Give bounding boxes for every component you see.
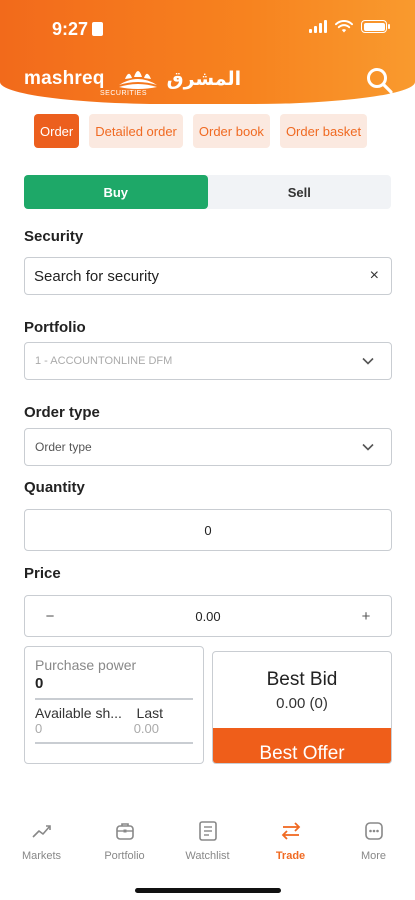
chart-icon [31, 825, 51, 838]
tab-detailed-order[interactable]: Detailed order [89, 114, 183, 148]
app-header: 9:27 mashreq المشرق SECURITIES [0, 0, 415, 104]
divider [35, 698, 193, 700]
portfolio-label: Portfolio [24, 319, 86, 336]
clear-icon[interactable]: × [370, 267, 379, 285]
transfer-icon [281, 822, 300, 840]
best-bid-offer-card: Best Bid 0.00 (0) Best Offer [212, 651, 392, 764]
portfolio-value: 1 - ACCOUNTONLINE DFM [35, 355, 173, 367]
order-type-select[interactable]: Order type [24, 428, 392, 466]
quantity-field[interactable]: 0 [24, 509, 392, 551]
home-indicator[interactable] [135, 888, 281, 893]
available-last-labels: Available sh... Last [35, 705, 193, 721]
buy-sell-toggle: Buy Sell [24, 175, 391, 209]
divider [35, 742, 193, 744]
nav-item-portfolio[interactable]: Portfolio [83, 820, 166, 862]
best-offer-title: Best Offer [259, 743, 345, 764]
watchlist-icon [198, 821, 217, 841]
wifi-icon [335, 20, 353, 33]
purchase-power-value: 0 [35, 675, 44, 692]
best-bid-section: Best Bid 0.00 (0) [213, 652, 391, 728]
tab-order[interactable]: Order [34, 114, 80, 148]
chevron-down-icon [362, 443, 374, 451]
price-label: Price [24, 565, 61, 582]
nav-label-portfolio: Portfolio [104, 850, 145, 862]
price-increase-button[interactable]: + [341, 608, 391, 625]
price-input[interactable]: 0.00 [75, 609, 341, 624]
security-search-input[interactable]: Search for security [25, 268, 370, 285]
status-time: 9:27 [52, 19, 104, 40]
order-type-label: Order type [24, 404, 100, 421]
more-icon [364, 822, 383, 840]
last-value: 0.00 [133, 721, 159, 736]
nav-item-more[interactable]: More [332, 820, 415, 862]
price-stepper: − 0.00 + [24, 595, 392, 637]
bottom-navigation: Markets Portfolio Watchlist Trade More [0, 764, 415, 900]
tab-order-book[interactable]: Order book [192, 114, 270, 148]
tab-order-basket[interactable]: Order basket [279, 114, 368, 148]
quantity-input[interactable]: 0 [25, 523, 391, 538]
signal-icon [309, 20, 327, 33]
order-tabs: Order Detailed order Order book Order ba… [34, 114, 368, 148]
best-offer-section: Best Offer [213, 728, 391, 764]
quantity-label: Quantity [24, 479, 85, 496]
search-icon [367, 68, 393, 94]
available-shares-value: 0 [35, 721, 43, 736]
nav-item-markets[interactable]: Markets [0, 820, 83, 862]
nav-label-markets: Markets [21, 850, 62, 862]
brand-subtitle: SECURITIES [100, 90, 148, 97]
last-label: Last [136, 705, 163, 721]
sell-button[interactable]: Sell [208, 175, 392, 209]
purchase-power-card: Purchase power 0 Available sh... Last 0 … [24, 646, 204, 764]
best-bid-title: Best Bid [266, 668, 338, 690]
id-badge-icon [92, 22, 104, 36]
order-type-value: Order type [35, 440, 92, 454]
nav-label-more: More [360, 850, 387, 862]
brand-arabic: المشرق [166, 68, 242, 90]
nav-label-trade: Trade [275, 850, 306, 862]
brand-name: mashreq [24, 68, 105, 89]
best-bid-value: 0.00 (0) [276, 694, 328, 712]
nav-label-watchlist: Watchlist [185, 850, 230, 862]
status-time-text: 9:27 [52, 19, 89, 39]
price-decrease-button[interactable]: − [25, 608, 75, 625]
chevron-down-icon [362, 357, 374, 365]
search-button[interactable] [365, 66, 395, 96]
battery-icon [361, 20, 390, 33]
security-search-field[interactable]: Search for security × [24, 257, 392, 295]
nav-items: Markets Portfolio Watchlist Trade More [0, 820, 415, 862]
nav-item-watchlist[interactable]: Watchlist [166, 820, 249, 862]
available-last-values: 0 0.00 [35, 721, 193, 736]
status-icons [309, 20, 390, 33]
portfolio-select[interactable]: 1 - ACCOUNTONLINE DFM [24, 342, 392, 380]
nav-item-trade[interactable]: Trade [249, 820, 332, 862]
purchase-power-label: Purchase power [35, 657, 137, 673]
buy-button[interactable]: Buy [24, 175, 208, 209]
briefcase-icon [115, 823, 134, 840]
security-label: Security [24, 228, 84, 245]
available-shares-label: Available sh... [35, 705, 122, 721]
status-bar: 9:27 [0, 0, 415, 56]
